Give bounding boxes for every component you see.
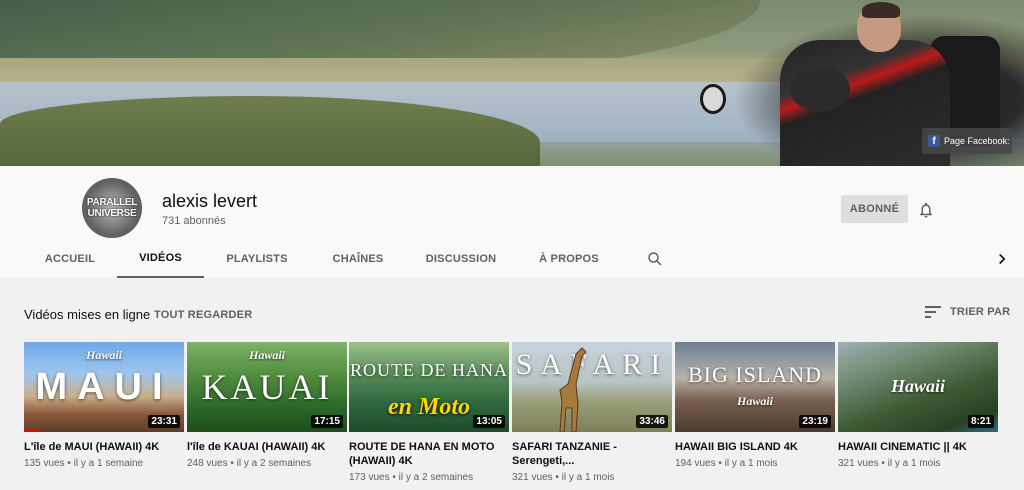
search-icon[interactable] — [646, 250, 664, 268]
facebook-link-label: Page Facebook: — [944, 136, 1010, 146]
thumbnail-script-text: Hawaii — [736, 394, 773, 408]
thumbnail-title-text: KAUAI — [201, 367, 333, 407]
thumbnail-script-text: Hawaii — [890, 376, 945, 396]
thumbnail-script-text: Hawaii — [248, 348, 285, 362]
video-card[interactable]: SAFARI 33:46 SAFARI TANZANIE - Serengeti… — [512, 342, 672, 483]
video-title[interactable]: HAWAII CINEMATIC || 4K — [838, 440, 998, 454]
video-meta: 321 vues • il y a 1 mois — [838, 458, 941, 469]
channel-name: alexis levert — [162, 191, 258, 211]
thumbnail-title-text: MAUI — [35, 366, 173, 408]
see-all-button[interactable]: TOUT REGARDER — [154, 309, 252, 321]
thumbnail-script-text: Hawaii — [85, 348, 122, 362]
video-duration: 33:46 — [636, 415, 668, 428]
tab-chaines[interactable]: CHAÎNES — [316, 240, 400, 278]
banner-mirror — [700, 84, 726, 114]
facebook-link[interactable]: f Page Facebook: — [922, 128, 1012, 154]
tab-discussion[interactable]: DISCUSSION — [416, 240, 506, 278]
bell-icon[interactable] — [917, 201, 935, 219]
video-card[interactable]: Hawaii 8:21 HAWAII CINEMATIC || 4K 321 v… — [838, 342, 998, 469]
tab-videos[interactable]: VIDÉOS — [117, 240, 204, 278]
section-title: Vidéos mises en ligne — [24, 307, 151, 322]
video-card[interactable]: Hawaii KAUAI 17:15 l'île de KAUAI (HAWAI… — [187, 342, 347, 469]
video-thumbnail[interactable]: SAFARI 33:46 — [512, 342, 672, 432]
banner-rider-hair — [862, 2, 900, 18]
giraffe-illustration — [559, 347, 587, 432]
video-thumbnail[interactable]: Hawaii MAUI 23:31 — [24, 342, 184, 432]
avatar-text-line-1: PARALLEL — [86, 197, 138, 208]
subscriber-count: 731 abonnés — [162, 215, 226, 227]
video-card[interactable]: BIG ISLAND Hawaii 23:19 HAWAII BIG ISLAN… — [675, 342, 835, 469]
video-duration: 17:15 — [311, 415, 343, 428]
video-thumbnail[interactable]: Hawaii KAUAI 17:15 — [187, 342, 347, 432]
video-duration: 23:31 — [148, 415, 180, 428]
watch-progress-bar — [24, 429, 40, 432]
video-meta: 135 vues • il y a 1 semaine — [24, 458, 144, 469]
videos-section: Vidéos mises en ligne TOUT REGARDER TRIE… — [0, 278, 1024, 490]
video-meta: 194 vues • il y a 1 mois — [675, 458, 778, 469]
tab-playlists[interactable]: PLAYLISTS — [214, 240, 300, 278]
channel-banner: f Page Facebook: — [0, 0, 1024, 166]
video-title[interactable]: HAWAII BIG ISLAND 4K — [675, 440, 835, 454]
video-duration: 13:05 — [473, 415, 505, 428]
sort-button[interactable]: TRIER PAR — [925, 306, 1010, 318]
thumbnail-title-text: ROUTE DE HANA — [350, 360, 508, 380]
tab-a-propos[interactable]: À PROPOS — [528, 240, 610, 278]
video-title[interactable]: L'île de MAUI (HAWAII) 4K — [24, 440, 184, 454]
video-title[interactable]: l'île de KAUAI (HAWAII) 4K — [187, 440, 347, 454]
tab-accueil[interactable]: ACCUEIL — [26, 240, 114, 278]
facebook-icon: f — [928, 135, 940, 147]
avatar-text-line-2: UNIVERSE — [87, 208, 137, 219]
subscribe-button[interactable]: ABONNÉ — [841, 195, 908, 223]
channel-tabs: ACCUEIL VIDÉOS PLAYLISTS CHAÎNES DISCUSS… — [0, 240, 1024, 278]
video-title[interactable]: SAFARI TANZANIE - Serengeti,... — [512, 440, 672, 468]
video-card[interactable]: ROUTE DE HANA en Moto 13:05 ROUTE DE HAN… — [349, 342, 509, 483]
sort-label: TRIER PAR — [950, 306, 1011, 318]
video-meta: 173 vues • il y a 2 semaines — [349, 472, 474, 483]
video-thumbnail[interactable]: Hawaii 8:21 — [838, 342, 998, 432]
video-meta: 321 vues • il y a 1 mois — [512, 472, 615, 483]
thumbnail-title-text: SAFARI — [515, 348, 669, 381]
sort-icon — [925, 306, 941, 318]
banner-helmet — [790, 66, 850, 112]
video-thumbnail[interactable]: BIG ISLAND Hawaii 23:19 — [675, 342, 835, 432]
video-thumbnail[interactable]: ROUTE DE HANA en Moto 13:05 — [349, 342, 509, 432]
video-title[interactable]: ROUTE DE HANA EN MOTO (HAWAII) 4K — [349, 440, 509, 468]
video-meta: 248 vues • il y a 2 semaines — [187, 458, 312, 469]
video-duration: 8:21 — [967, 415, 994, 428]
video-card[interactable]: Hawaii MAUI 23:31 L'île de MAUI (HAWAII)… — [24, 342, 184, 469]
thumbnail-title-text: BIG ISLAND — [687, 362, 823, 387]
avatar[interactable]: PARALLEL UNIVERSE — [82, 178, 142, 238]
chevron-right-icon[interactable] — [993, 250, 1011, 268]
video-duration: 23:19 — [799, 415, 831, 428]
channel-header: PARALLEL UNIVERSE alexis levert 731 abon… — [0, 166, 1024, 278]
